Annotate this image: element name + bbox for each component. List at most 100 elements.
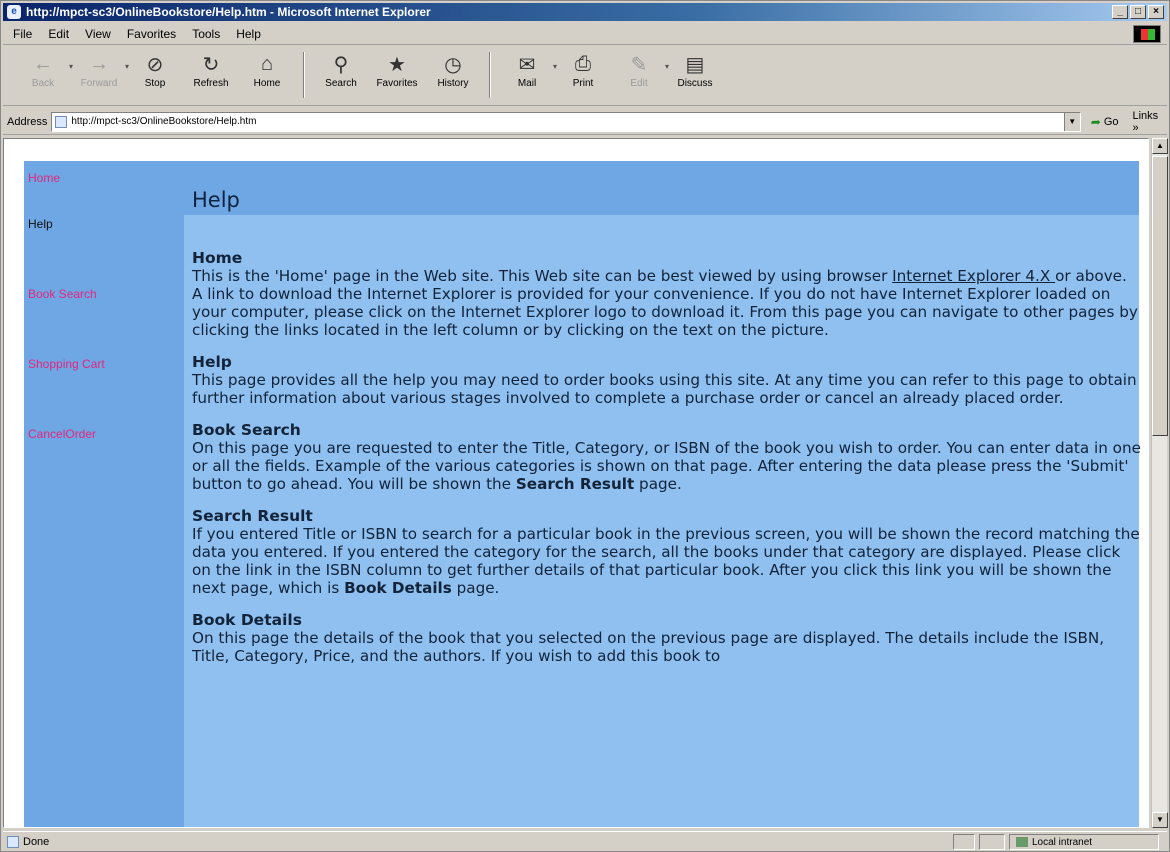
scroll-down-icon[interactable]: ▼	[1152, 812, 1168, 828]
back-label: Back	[31, 78, 55, 89]
page-header-band: Help	[184, 161, 1139, 215]
menu-file[interactable]: File	[13, 27, 32, 41]
section-book-details: Book Details On this page the details of…	[192, 611, 1142, 665]
menu-view[interactable]: View	[85, 27, 111, 41]
discuss-label: Discuss	[677, 78, 713, 89]
maximize-button[interactable]: □	[1130, 5, 1146, 19]
nav-link-shopping-cart[interactable]: Shopping Cart	[28, 357, 105, 371]
address-url[interactable]: http://mpct-sc3/OnlineBookstore/Help.htm	[71, 116, 256, 127]
address-label: Address	[7, 115, 48, 128]
section-heading-help: Help	[192, 353, 232, 371]
toolbar-separator	[489, 52, 491, 98]
browser-window: e http://mpct-sc3/OnlineBookstore/Help.h…	[0, 0, 1170, 852]
search-button[interactable]: ⚲ Search	[313, 50, 369, 102]
favorites-label: Favorites	[376, 78, 418, 89]
section-heading-search-result: Search Result	[192, 507, 313, 525]
menu-bar: File Edit View Favorites Tools Help	[3, 23, 1167, 45]
page-viewport: Home Help Book Search Shopping Cart Canc…	[3, 138, 1149, 828]
scroll-thumb[interactable]	[1152, 156, 1168, 436]
printer-icon: ⎙	[575, 52, 591, 75]
vertical-scrollbar[interactable]: ▲ ▼	[1151, 138, 1168, 828]
page-status-icon	[7, 835, 19, 848]
home-button[interactable]: ⌂ Home	[239, 50, 295, 102]
left-nav-column: Home Help Book Search Shopping Cart Canc…	[24, 161, 184, 827]
mail-button[interactable]: ✉ Mail ▾	[499, 50, 557, 102]
page-icon	[55, 115, 68, 128]
address-input[interactable]: http://mpct-sc3/OnlineBookstore/Help.htm…	[51, 111, 1081, 132]
mail-label: Mail	[517, 78, 537, 89]
refresh-label: Refresh	[193, 78, 229, 89]
search-icon: ⚲	[333, 53, 349, 76]
stop-icon: ⊘	[146, 53, 164, 76]
print-button[interactable]: ⎙ Print	[555, 50, 611, 102]
page-title: Help	[192, 188, 240, 212]
edit-label: Edit	[630, 78, 648, 89]
menu-help[interactable]: Help	[236, 27, 261, 41]
favorites-button[interactable]: ★ Favorites	[369, 50, 425, 102]
discuss-icon: ▤	[685, 53, 705, 76]
stop-label: Stop	[144, 78, 166, 89]
back-arrow-icon: ←	[33, 52, 53, 75]
ie-download-link[interactable]: Internet Explorer 4.X	[892, 267, 1055, 285]
go-button[interactable]: ➦ Go	[1091, 115, 1119, 129]
search-result-text: If you entered Title or ISBN to search f…	[192, 525, 1140, 597]
history-label: History	[437, 78, 469, 89]
security-zone: Local intranet	[1009, 834, 1159, 850]
history-icon: ◷	[444, 53, 462, 76]
print-label: Print	[572, 78, 594, 89]
zone-label: Local intranet	[1032, 836, 1093, 848]
discuss-button[interactable]: ▤ Discuss	[667, 50, 723, 102]
section-help: Help This page provides all the help you…	[192, 353, 1142, 407]
go-arrow-icon: ➦	[1090, 114, 1101, 129]
forward-button[interactable]: → Forward ▾	[71, 50, 129, 102]
section-heading-book-search: Book Search	[192, 421, 301, 439]
forward-label: Forward	[80, 78, 118, 89]
menu-tools[interactable]: Tools	[192, 27, 220, 41]
refresh-icon: ↻	[202, 53, 220, 76]
ie-logo-icon: e	[7, 5, 21, 19]
back-button[interactable]: ← Back ▾	[15, 50, 73, 102]
address-dropdown-icon[interactable]: ▼	[1063, 112, 1080, 131]
nav-link-cancel-order[interactable]: CancelOrder	[28, 427, 96, 441]
menu-edit[interactable]: Edit	[48, 27, 69, 41]
nav-link-home[interactable]: Home	[28, 171, 60, 185]
home-text-start: This is the 'Home' page in the Web site.…	[192, 267, 893, 285]
standard-toolbar: ← Back ▾ → Forward ▾ ⊘ Stop ↻ Refresh ⌂ …	[3, 46, 1167, 106]
section-home: Home This is the 'Home' page in the Web …	[192, 249, 1142, 339]
section-heading-book-details: Book Details	[192, 611, 302, 629]
home-label: Home	[253, 78, 281, 89]
search-label: Search	[325, 78, 357, 89]
status-pane	[953, 834, 975, 850]
edit-button[interactable]: ✎ Edit ▾	[611, 50, 669, 102]
section-search-result: Search Result If you entered Title or IS…	[192, 507, 1142, 597]
section-heading-home: Home	[192, 249, 243, 267]
history-button[interactable]: ◷ History	[425, 50, 481, 102]
mail-icon: ✉	[518, 53, 536, 76]
address-bar: Address http://mpct-sc3/OnlineBookstore/…	[3, 109, 1167, 135]
scroll-up-icon[interactable]: ▲	[1152, 138, 1168, 154]
toolbar-separator	[303, 52, 305, 98]
menu-favorites[interactable]: Favorites	[127, 27, 176, 41]
intranet-zone-icon	[1016, 837, 1028, 847]
status-text: Done	[23, 835, 50, 848]
minimize-button[interactable]: _	[1112, 5, 1128, 19]
nav-link-book-search[interactable]: Book Search	[28, 287, 97, 301]
forward-arrow-icon: →	[89, 52, 109, 75]
section-book-search: Book Search On this page you are request…	[192, 421, 1142, 493]
windows-logo-icon	[1133, 25, 1161, 43]
search-result-bold: Book Details	[344, 579, 452, 597]
book-search-tail: page.	[634, 475, 682, 493]
edit-icon: ✎	[630, 53, 648, 76]
section-body-book-details: On this page the details of the book tha…	[192, 629, 1105, 665]
close-button[interactable]: ×	[1148, 5, 1164, 19]
search-result-tail: page.	[451, 579, 500, 597]
window-title: http://mpct-sc3/OnlineBookstore/Help.htm…	[26, 5, 431, 19]
section-body-help: This page provides all the help you may …	[192, 371, 1137, 407]
section-body-home: This is the 'Home' page in the Web site.…	[192, 267, 1142, 339]
stop-button[interactable]: ⊘ Stop	[127, 50, 183, 102]
links-button[interactable]: Links »	[1133, 110, 1168, 134]
nav-link-help[interactable]: Help	[28, 217, 53, 231]
go-label: Go	[1103, 115, 1119, 128]
refresh-button[interactable]: ↻ Refresh	[183, 50, 239, 102]
help-text: Home This is the 'Home' page in the Web …	[192, 249, 1142, 679]
